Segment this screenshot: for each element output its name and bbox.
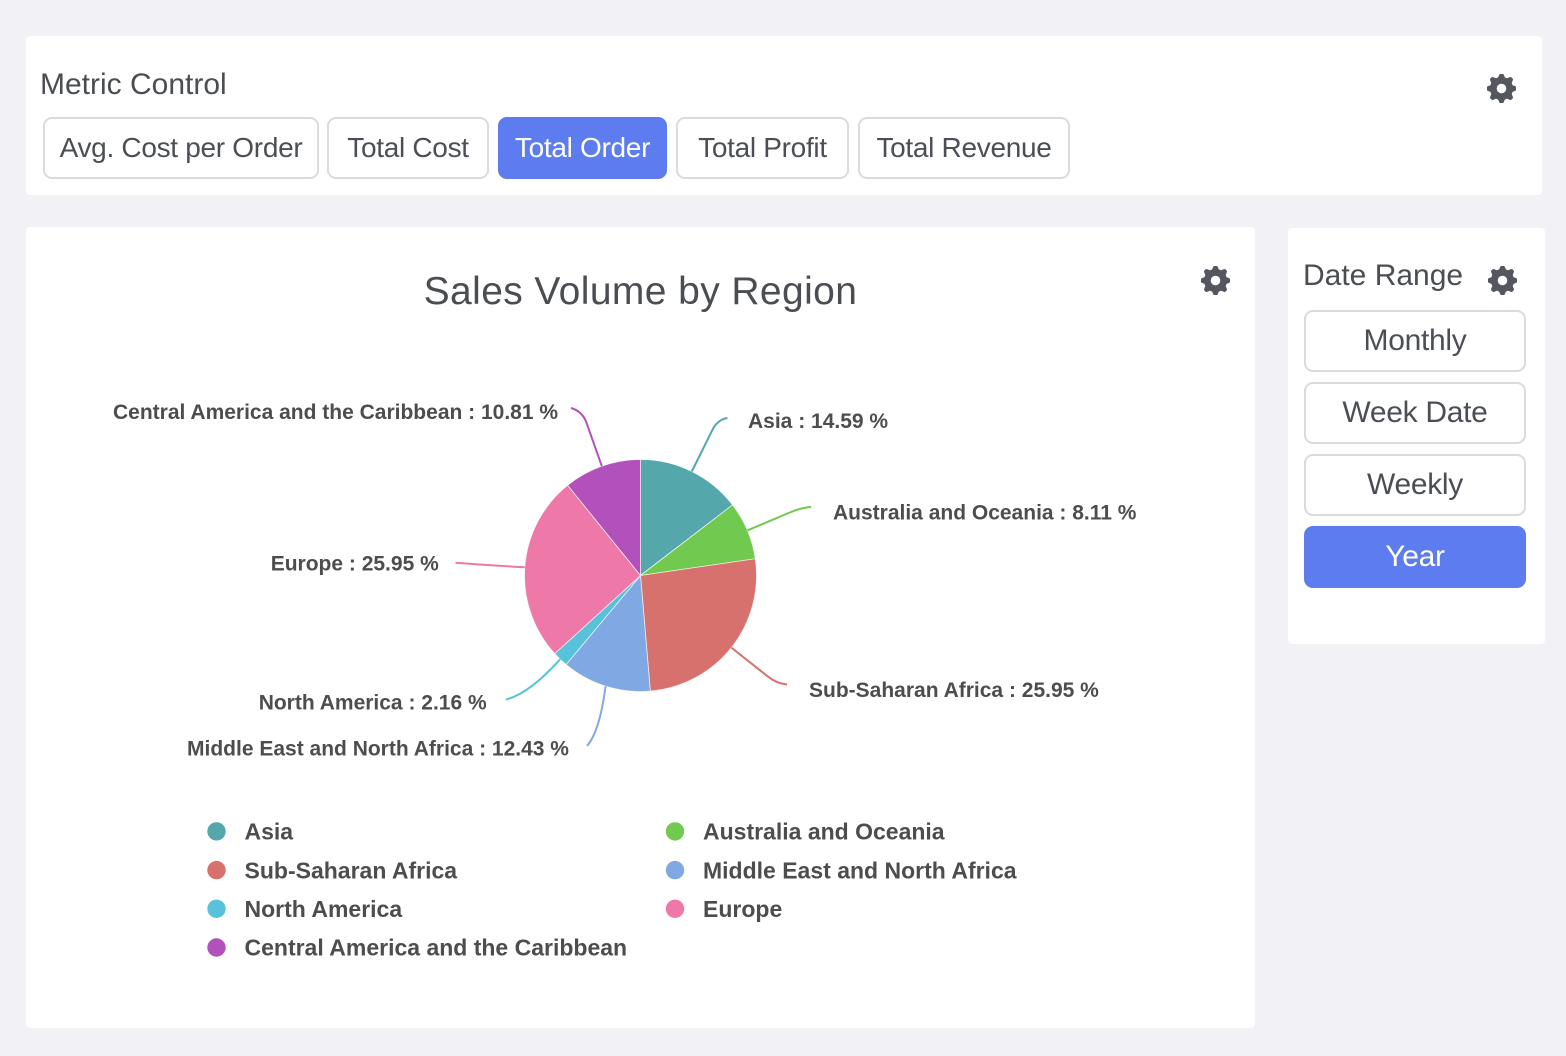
svg-text:Middle East and North Africa: Middle East and North Africa <box>703 857 1017 883</box>
svg-text:Middle East and North Africa :: Middle East and North Africa : 12.43 % <box>187 738 569 761</box>
svg-text:Europe : 25.95 %: Europe : 25.95 % <box>271 552 439 575</box>
svg-text:North America: North America <box>245 896 403 922</box>
svg-text:North America : 2.16 %: North America : 2.16 % <box>259 691 487 714</box>
svg-text:Australia and Oceania : 8.11 %: Australia and Oceania : 8.11 % <box>833 502 1137 525</box>
svg-text:Europe: Europe <box>703 896 782 922</box>
svg-text:Sub-Saharan Africa : 25.95 %: Sub-Saharan Africa : 25.95 % <box>809 679 1099 702</box>
svg-text:Asia: Asia <box>245 819 294 845</box>
svg-text:Australia and Oceania: Australia and Oceania <box>703 819 945 845</box>
svg-text:Asia : 14.59 %: Asia : 14.59 % <box>748 410 888 433</box>
svg-text:Central America and the Caribb: Central America and the Caribbean <box>245 935 628 961</box>
svg-text:Central America and the Caribb: Central America and the Caribbean : 10.8… <box>113 401 558 424</box>
svg-text:Sub-Saharan Africa: Sub-Saharan Africa <box>245 857 458 883</box>
